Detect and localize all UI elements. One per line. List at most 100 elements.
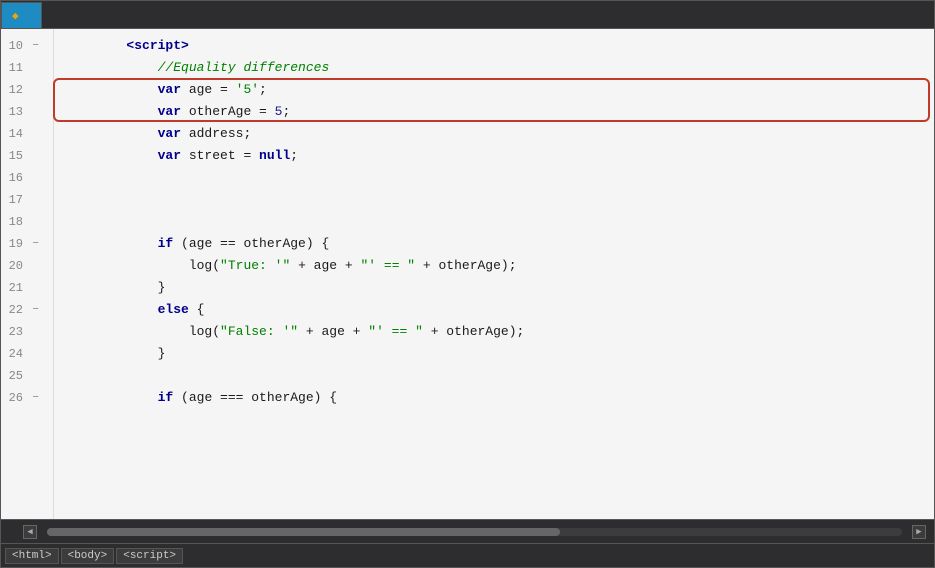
code-line-26[interactable]: if (age === otherAge) { [64, 387, 934, 409]
line-num-label: 22 [1, 299, 23, 321]
line-num-label: 11 [1, 57, 23, 79]
horizontal-scrollbar[interactable] [47, 528, 902, 536]
code-token: otherAge = [181, 104, 275, 119]
code-line-15[interactable]: var street = null; [64, 145, 934, 167]
code-token [64, 38, 126, 53]
code-token: + age + [298, 324, 368, 339]
code-token: (age === otherAge) { [173, 390, 337, 405]
line-number-23: 23 [1, 321, 45, 343]
breadcrumb-item[interactable]: <body> [61, 548, 115, 564]
code-token: ; [259, 82, 267, 97]
code-token: else [158, 302, 189, 317]
code-token: var [158, 104, 181, 119]
code-line-23[interactable]: log("False: '" + age + "' == " + otherAg… [64, 321, 934, 343]
line-num-label: 13 [1, 101, 23, 123]
code-token [64, 258, 189, 273]
line-number-18: 18 [1, 211, 45, 233]
code-line-22[interactable]: else { [64, 299, 934, 321]
line-num-label: 24 [1, 343, 23, 365]
code-line-17[interactable] [64, 189, 934, 211]
line-number-14: 14 [1, 123, 45, 145]
code-content[interactable]: <script> //Equality differences var age … [54, 29, 934, 519]
line-number-20: 20 [1, 255, 45, 277]
fold-icon[interactable]: − [27, 299, 39, 321]
tab-bar: ◆ [1, 1, 934, 29]
code-token: + otherAge); [423, 324, 524, 339]
code-line-13[interactable]: var otherAge = 5; [64, 101, 934, 123]
code-token [64, 82, 158, 97]
code-token: + age + [290, 258, 360, 273]
code-line-10[interactable]: <script> [64, 35, 934, 57]
code-token [64, 302, 158, 317]
line-num-label: 15 [1, 145, 23, 167]
code-line-16[interactable] [64, 167, 934, 189]
code-token [64, 390, 158, 405]
line-number-21: 21 [1, 277, 45, 299]
line-number-11: 11 [1, 57, 45, 79]
line-number-15: 15 [1, 145, 45, 167]
code-token [64, 126, 158, 141]
breadcrumb-item[interactable]: <html> [5, 548, 59, 564]
code-token: if [158, 236, 174, 251]
tab-equality[interactable]: ◆ [1, 2, 42, 28]
line-num-label: 16 [1, 167, 23, 189]
line-number-10: 10− [1, 35, 45, 57]
code-token: '5' [236, 82, 259, 97]
code-line-19[interactable]: if (age == otherAge) { [64, 233, 934, 255]
breadcrumb-bar: <html><body><script> [1, 543, 934, 567]
code-token [64, 324, 189, 339]
code-line-21[interactable]: } [64, 277, 934, 299]
scroll-thumb[interactable] [47, 528, 560, 536]
editor-window: ◆ 10−111213141516171819−202122−23242526−… [0, 0, 935, 568]
fold-icon[interactable]: − [27, 233, 39, 255]
code-token: var [158, 126, 181, 141]
code-token [64, 236, 158, 251]
line-num-label: 18 [1, 211, 23, 233]
code-token: ; [290, 148, 298, 163]
code-line-11[interactable]: //Equality differences [64, 57, 934, 79]
line-num-label: 25 [1, 365, 23, 387]
code-token: //Equality differences [158, 60, 330, 75]
status-bar: ◀ ▶ [1, 519, 934, 543]
code-token: "' == " [360, 258, 415, 273]
line-number-19: 19− [1, 233, 45, 255]
code-token: } [64, 280, 165, 295]
code-token [64, 104, 158, 119]
line-number-24: 24 [1, 343, 45, 365]
line-num-label: 10 [1, 35, 23, 57]
breadcrumb-item[interactable]: <script> [116, 548, 183, 564]
scroll-left-button[interactable]: ◀ [23, 525, 37, 539]
code-token: "False: '" [220, 324, 298, 339]
line-number-22: 22− [1, 299, 45, 321]
code-token: var [158, 148, 181, 163]
code-token: if [158, 390, 174, 405]
code-line-20[interactable]: log("True: '" + age + "' == " + otherAge… [64, 255, 934, 277]
code-token: } [64, 346, 165, 361]
code-token: address; [181, 126, 251, 141]
code-line-25[interactable] [64, 365, 934, 387]
line-numbers: 10−111213141516171819−202122−23242526− [1, 29, 54, 519]
line-number-12: 12 [1, 79, 45, 101]
code-line-12[interactable]: var age = '5'; [64, 79, 934, 101]
code-line-14[interactable]: var address; [64, 123, 934, 145]
code-token: ( [212, 324, 220, 339]
line-num-label: 19 [1, 233, 23, 255]
line-num-label: 14 [1, 123, 23, 145]
line-num-label: 12 [1, 79, 23, 101]
fold-icon[interactable]: − [27, 387, 39, 409]
tab-file-icon: ◆ [12, 9, 19, 23]
code-token: "True: '" [220, 258, 290, 273]
code-line-24[interactable]: } [64, 343, 934, 365]
line-number-16: 16 [1, 167, 45, 189]
code-token: null [259, 148, 290, 163]
line-number-25: 25 [1, 365, 45, 387]
line-num-label: 23 [1, 321, 23, 343]
code-token: ( [212, 258, 220, 273]
line-num-label: 21 [1, 277, 23, 299]
code-token: var [158, 82, 181, 97]
fold-icon[interactable]: − [27, 35, 39, 57]
line-num-label: 20 [1, 255, 23, 277]
line-num-label: 17 [1, 189, 23, 211]
code-line-18[interactable] [64, 211, 934, 233]
scroll-right-button[interactable]: ▶ [912, 525, 926, 539]
